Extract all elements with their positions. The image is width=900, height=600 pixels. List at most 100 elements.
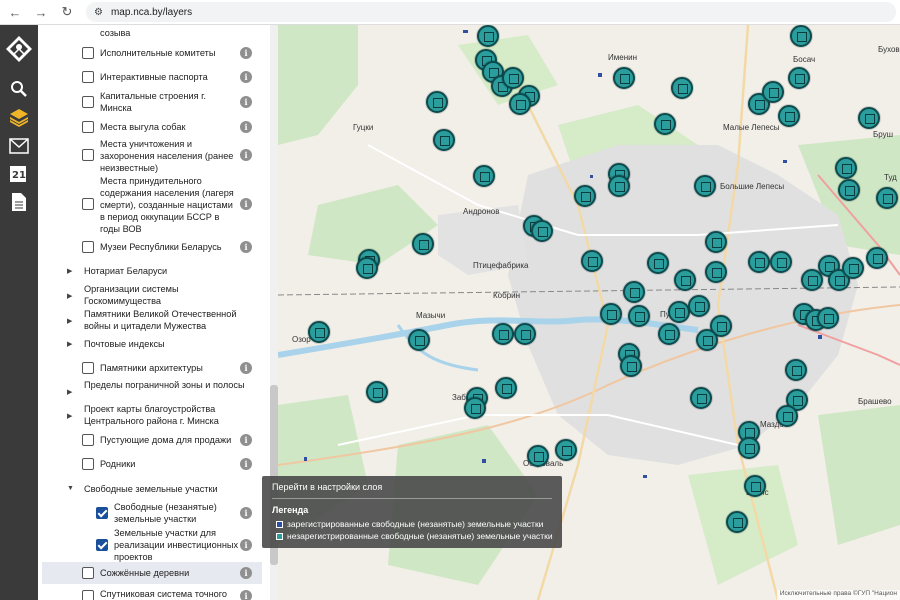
layer-group-notary[interactable]: ▶ Нотариат Беларуси: [38, 263, 270, 279]
land-plot-marker[interactable]: [620, 355, 642, 377]
info-icon[interactable]: i: [240, 590, 252, 600]
land-plot-marker[interactable]: [473, 165, 495, 187]
info-icon[interactable]: i: [240, 71, 252, 83]
layer-row-investment-plots[interactable]: Земельные участки для реализации инвести…: [38, 527, 270, 563]
land-plot-marker[interactable]: [671, 77, 693, 99]
land-plot-marker[interactable]: [477, 25, 499, 47]
caret-right-icon[interactable]: ▶: [67, 267, 72, 275]
land-plot-marker[interactable]: [858, 107, 880, 129]
info-icon[interactable]: i: [240, 458, 252, 470]
layer-checkbox[interactable]: [82, 241, 94, 253]
info-icon[interactable]: i: [240, 241, 252, 253]
layer-row-springs[interactable]: Родники i: [38, 454, 270, 474]
land-plot-marker[interactable]: [509, 93, 531, 115]
land-plot-marker[interactable]: [705, 231, 727, 253]
layer-group-improvement-project[interactable]: ▶ Проект карты благоустройства Центральн…: [38, 403, 270, 427]
layer-checkbox[interactable]: [82, 149, 94, 161]
layer-row-interactive-passports[interactable]: Интерактивные паспорта i: [38, 67, 270, 87]
land-plot-marker[interactable]: [356, 257, 378, 279]
land-plot-marker[interactable]: [495, 377, 517, 399]
land-plot-marker[interactable]: [464, 397, 486, 419]
land-plot-marker[interactable]: [623, 281, 645, 303]
land-plot-marker[interactable]: [866, 247, 888, 269]
reload-icon[interactable]: ↻: [56, 1, 78, 23]
land-plot-marker[interactable]: [408, 329, 430, 351]
layer-row-burned-villages[interactable]: Сожжённые деревни i: [42, 562, 262, 584]
land-plot-marker[interactable]: [555, 439, 577, 461]
layer-row-free-land-plots[interactable]: Свободные (незанятые) земельные участки …: [38, 500, 270, 526]
layer-row-architecture[interactable]: Памятники архитектуры i: [38, 358, 270, 378]
info-icon[interactable]: i: [240, 567, 252, 579]
caret-right-icon[interactable]: ▶: [67, 292, 72, 300]
land-plot-marker[interactable]: [726, 511, 748, 533]
document-icon[interactable]: [0, 188, 38, 216]
land-plot-marker[interactable]: [668, 301, 690, 323]
land-plot-marker[interactable]: [762, 81, 784, 103]
land-plot-marker[interactable]: [738, 437, 760, 459]
land-plot-marker[interactable]: [600, 303, 622, 325]
layer-row-capital-buildings[interactable]: Капитальные строения г. Минска i: [38, 89, 270, 115]
layer-row-executive-committees[interactable]: Исполнительные комитеты i: [38, 43, 270, 63]
land-plot-marker[interactable]: [842, 257, 864, 279]
mail-icon[interactable]: [0, 132, 38, 160]
land-plot-marker[interactable]: [531, 220, 553, 242]
layer-checkbox[interactable]: [82, 121, 94, 133]
info-icon[interactable]: i: [240, 149, 252, 161]
info-icon[interactable]: i: [240, 539, 252, 551]
caret-right-icon[interactable]: ▶: [67, 340, 72, 348]
land-plot-marker[interactable]: [785, 359, 807, 381]
land-plot-marker[interactable]: [876, 187, 898, 209]
land-plot-marker[interactable]: [433, 129, 455, 151]
back-icon[interactable]: ←: [4, 1, 26, 23]
layer-row-dog-walking[interactable]: Места выгула собак i: [38, 117, 270, 137]
layer-group-goskomimushchestvo[interactable]: ▶ Организации системы Госкомимущества: [38, 283, 270, 307]
land-plot-marker[interactable]: [835, 157, 857, 179]
land-plot-marker[interactable]: [776, 405, 798, 427]
land-plot-marker[interactable]: [608, 175, 630, 197]
land-plot-marker[interactable]: [654, 113, 676, 135]
layer-row-burial-places[interactable]: Места уничтожения и захоронения населени…: [38, 137, 270, 173]
layer-row-museums[interactable]: Музеи Республики Беларусь i: [38, 237, 270, 257]
land-plot-marker[interactable]: [748, 251, 770, 273]
land-plot-marker[interactable]: [690, 387, 712, 409]
layer-group-border-zone[interactable]: ▶ Пределы пограничной зоны и полосы: [38, 379, 270, 403]
site-info-icon[interactable]: ⚙: [94, 7, 103, 18]
land-plot-marker[interactable]: [628, 305, 650, 327]
land-plot-marker[interactable]: [366, 381, 388, 403]
layer-group-free-land[interactable]: ▼ Свободные земельные участки: [38, 481, 270, 497]
layer-checkbox-checked[interactable]: [96, 507, 108, 519]
land-plot-marker[interactable]: [492, 323, 514, 345]
layer-row-satellite-system[interactable]: Спутниковая система точного i: [38, 585, 270, 600]
info-icon[interactable]: i: [240, 507, 252, 519]
land-plot-marker[interactable]: [308, 321, 330, 343]
layer-row-death-camps[interactable]: Места принудительного содержания населен…: [38, 174, 270, 234]
caret-right-icon[interactable]: ▶: [67, 317, 72, 325]
land-plot-marker[interactable]: [658, 323, 680, 345]
land-plot-marker[interactable]: [514, 323, 536, 345]
land-plot-marker[interactable]: [674, 269, 696, 291]
land-plot-marker[interactable]: [527, 445, 549, 467]
land-plot-marker[interactable]: [788, 67, 810, 89]
land-plot-marker[interactable]: [581, 250, 603, 272]
land-plot-marker[interactable]: [426, 91, 448, 113]
land-plot-marker[interactable]: [502, 67, 524, 89]
caret-right-icon[interactable]: ▶: [67, 412, 72, 420]
layer-group-war-monuments[interactable]: ▶ Памятники Великой Отечественной войны …: [38, 308, 270, 332]
search-icon[interactable]: [0, 75, 38, 103]
caret-down-icon[interactable]: ▼: [67, 485, 74, 492]
layers-icon[interactable]: [0, 103, 38, 131]
forward-icon[interactable]: →: [30, 1, 52, 23]
land-plot-marker[interactable]: [838, 179, 860, 201]
land-plot-marker[interactable]: [790, 25, 812, 47]
land-plot-marker[interactable]: [744, 475, 766, 497]
land-plot-marker[interactable]: [647, 252, 669, 274]
info-icon[interactable]: i: [240, 121, 252, 133]
land-plot-marker[interactable]: [574, 185, 596, 207]
layer-checkbox-checked[interactable]: [96, 539, 108, 551]
land-plot-marker[interactable]: [705, 261, 727, 283]
layer-checkbox[interactable]: [82, 47, 94, 59]
address-bar[interactable]: ⚙ map.nca.by/layers: [86, 2, 896, 22]
layer-checkbox[interactable]: [82, 458, 94, 470]
land-plot-marker[interactable]: [778, 105, 800, 127]
layer-checkbox[interactable]: [82, 590, 94, 600]
